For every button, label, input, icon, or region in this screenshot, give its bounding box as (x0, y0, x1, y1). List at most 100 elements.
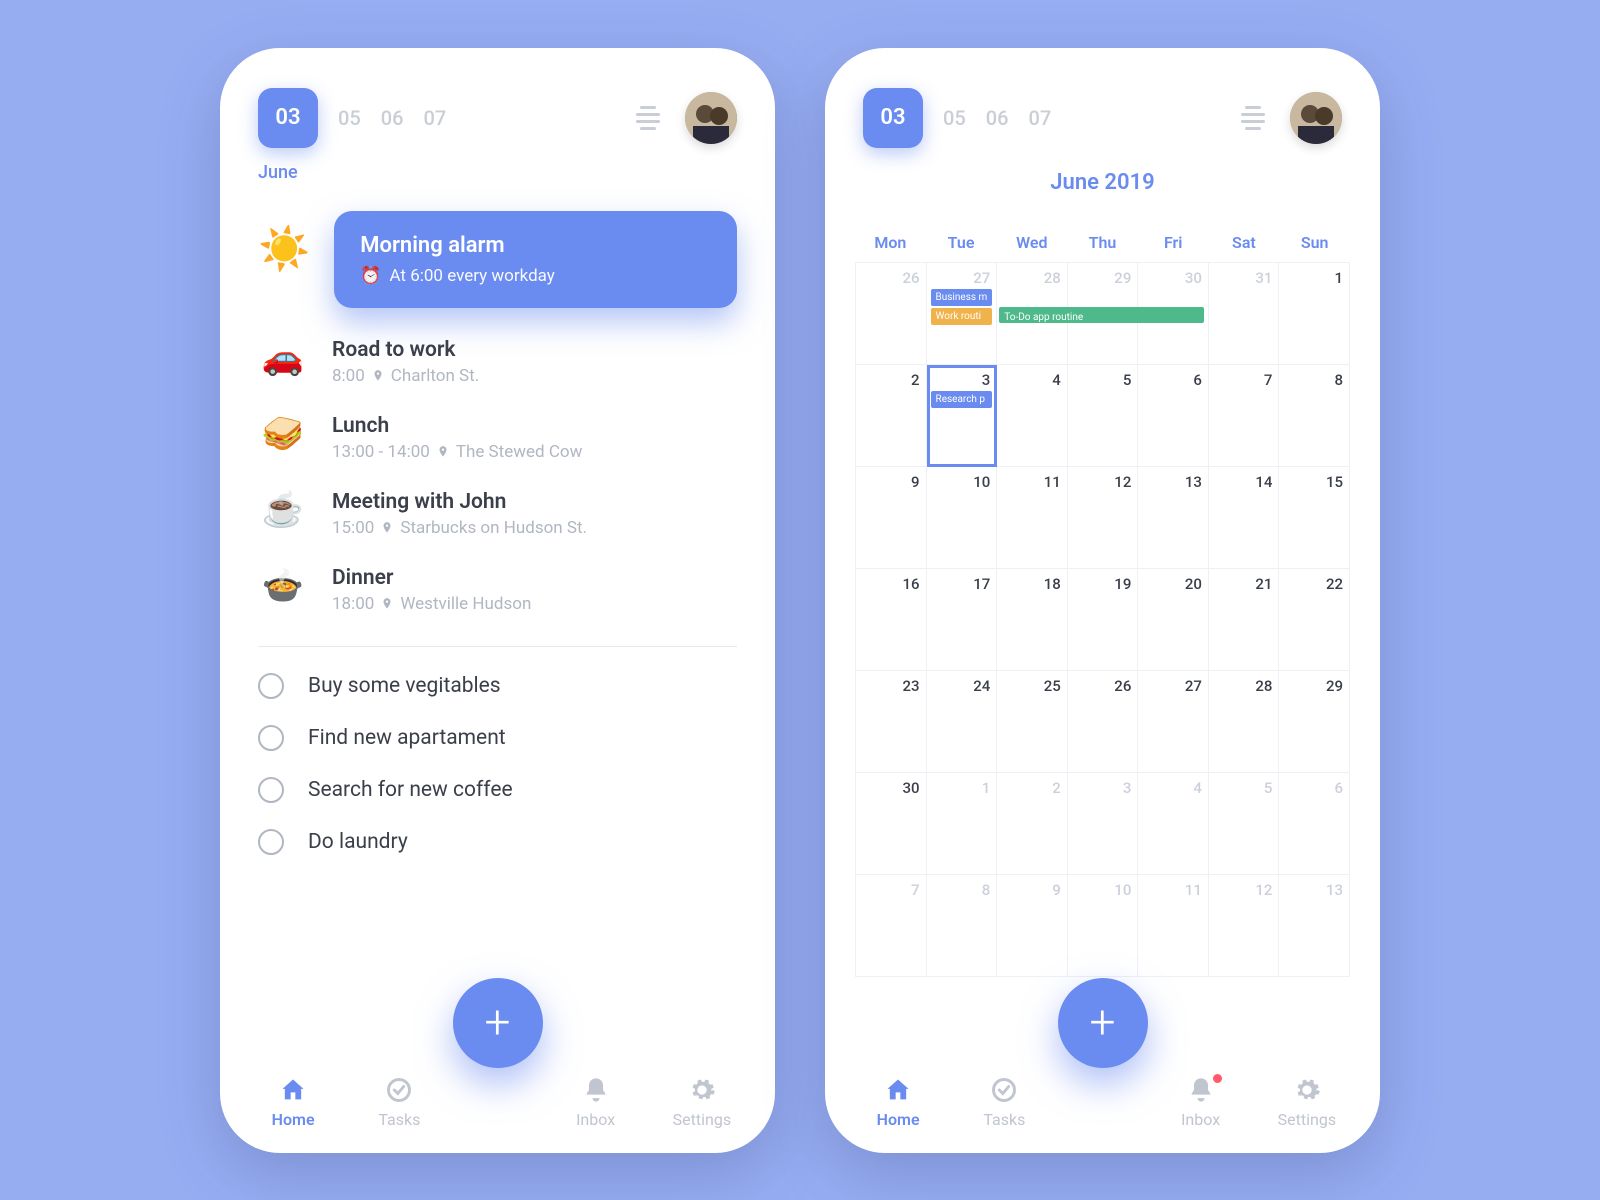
calendar-cell[interactable]: 16 (856, 569, 927, 671)
date-scroller[interactable]: 03 05 06 07 (863, 88, 1051, 148)
day-option[interactable]: 05 (943, 106, 966, 130)
calendar-cell[interactable]: 29 (1279, 671, 1350, 773)
day-option[interactable]: 06 (381, 106, 404, 130)
calendar-cell[interactable]: 11 (997, 467, 1068, 569)
calendar-cell[interactable]: 1 (927, 773, 998, 875)
calendar-cell[interactable]: 5 (1068, 365, 1139, 467)
calendar-cell[interactable]: 6 (1138, 365, 1209, 467)
calendar-cell[interactable]: 6 (1279, 773, 1350, 875)
tab-tasks[interactable]: Tasks (959, 1076, 1049, 1129)
day-option[interactable]: 06 (986, 106, 1009, 130)
calendar-cell[interactable]: 22 (1279, 569, 1350, 671)
tab-home[interactable]: Home (853, 1076, 943, 1129)
day-option[interactable]: 07 (1028, 106, 1051, 130)
calendar-cell[interactable]: 27Business mWork routi (927, 263, 998, 365)
todo-row[interactable]: Search for new coffee (258, 777, 737, 803)
cal-event[interactable]: Research p (931, 391, 993, 408)
selected-day-chip[interactable]: 03 (863, 88, 923, 148)
calendar-cell[interactable]: 28 (1209, 671, 1280, 773)
calendar-cell[interactable]: 1 (1279, 263, 1350, 365)
notification-dot (1213, 1074, 1222, 1083)
calendar-cell[interactable]: 2 (856, 365, 927, 467)
calendar-cell[interactable]: 30 (856, 773, 927, 875)
day-number: 12 (1255, 881, 1272, 899)
calendar-cell[interactable]: 19 (1068, 569, 1139, 671)
todo-checkbox[interactable] (258, 829, 284, 855)
calendar-cell[interactable]: 24 (927, 671, 998, 773)
day-option[interactable]: 05 (338, 106, 361, 130)
calendar-cell[interactable]: 3 Research p (927, 365, 998, 467)
day-number: 16 (902, 575, 919, 593)
calendar-cell[interactable]: 28To-Do app routine (997, 263, 1068, 365)
avatar[interactable] (1290, 92, 1342, 144)
todo-text: Search for new coffee (308, 778, 513, 802)
add-button[interactable]: + (1058, 978, 1148, 1068)
calendar-cell[interactable]: 31 (1209, 263, 1280, 365)
cal-event[interactable]: Business m (931, 289, 993, 306)
calendar-cell[interactable]: 7 (856, 875, 927, 977)
avatar[interactable] (685, 92, 737, 144)
day-option[interactable]: 07 (423, 106, 446, 130)
tab-home[interactable]: Home (248, 1076, 338, 1129)
calendar-cell[interactable]: 9 (856, 467, 927, 569)
calendar-cell[interactable]: 27 (1138, 671, 1209, 773)
day-number: 22 (1326, 575, 1343, 593)
calendar-cell[interactable]: 21 (1209, 569, 1280, 671)
day-number: 2 (911, 371, 920, 389)
weekday-label: Tue (926, 223, 997, 262)
calendar-cell[interactable]: 2 (997, 773, 1068, 875)
calendar-cell[interactable]: 13 (1138, 467, 1209, 569)
calendar-cell[interactable]: 7 (1209, 365, 1280, 467)
list-view-icon[interactable] (1238, 106, 1268, 130)
todo-checkbox[interactable] (258, 777, 284, 803)
calendar-cell[interactable]: 15 (1279, 467, 1350, 569)
alarm-card[interactable]: Morning alarm ⏰ At 6:00 every workday (334, 211, 737, 308)
day-number: 9 (1052, 881, 1061, 899)
calendar-cell[interactable]: 8 (1279, 365, 1350, 467)
calendar-cell[interactable]: 10 (927, 467, 998, 569)
calendar-cell[interactable]: 26 (1068, 671, 1139, 773)
tab-settings[interactable]: Settings (657, 1076, 747, 1129)
day-number: 3 (982, 371, 991, 389)
calendar-cell[interactable]: 18 (997, 569, 1068, 671)
event-row[interactable]: ☕Meeting with John15:00 Starbucks on Hud… (258, 490, 737, 538)
tab-inbox[interactable]: Inbox (1156, 1076, 1246, 1129)
tab-inbox[interactable]: Inbox (551, 1076, 641, 1129)
cal-event[interactable]: To-Do app routine (999, 307, 1204, 323)
todo-row[interactable]: Find new apartament (258, 725, 737, 751)
calendar-cell[interactable]: 17 (927, 569, 998, 671)
event-row[interactable]: 🍲Dinner18:00 Westville Hudson (258, 566, 737, 614)
event-row[interactable]: 🥪Lunch13:00 - 14:00 The Stewed Cow (258, 414, 737, 462)
calendar-cell[interactable]: 8 (927, 875, 998, 977)
calendar-cell[interactable]: 20 (1138, 569, 1209, 671)
calendar-cell[interactable]: 10 (1068, 875, 1139, 977)
calendar-cell[interactable]: 12 (1068, 467, 1139, 569)
calendar-cell[interactable]: 5 (1209, 773, 1280, 875)
calendar-cell[interactable]: 25 (997, 671, 1068, 773)
calendar-cell[interactable]: 4 (1138, 773, 1209, 875)
cal-event[interactable]: Work routi (931, 308, 993, 325)
calendar-cell[interactable]: 13 (1279, 875, 1350, 977)
calendar-cell[interactable]: 26 (856, 263, 927, 365)
todo-checkbox[interactable] (258, 673, 284, 699)
list-view-icon[interactable] (633, 106, 663, 130)
event-time: 18:00 (332, 594, 374, 614)
todo-text: Find new apartament (308, 726, 506, 750)
selected-day-chip[interactable]: 03 (258, 88, 318, 148)
todo-checkbox[interactable] (258, 725, 284, 751)
event-row[interactable]: 🚗Road to work8:00 Charlton St. (258, 338, 737, 386)
calendar-cell[interactable]: 14 (1209, 467, 1280, 569)
calendar-cell[interactable]: 12 (1209, 875, 1280, 977)
calendar-cell[interactable]: 23 (856, 671, 927, 773)
calendar-cell[interactable]: 9 (997, 875, 1068, 977)
event-title: Dinner (332, 566, 531, 590)
add-button[interactable]: + (453, 978, 543, 1068)
tab-settings[interactable]: Settings (1262, 1076, 1352, 1129)
todo-row[interactable]: Buy some vegitables (258, 673, 737, 699)
calendar-cell[interactable]: 3 (1068, 773, 1139, 875)
todo-row[interactable]: Do laundry (258, 829, 737, 855)
date-scroller[interactable]: 03 05 06 07 (258, 88, 446, 148)
calendar-cell[interactable]: 11 (1138, 875, 1209, 977)
calendar-cell[interactable]: 4 (997, 365, 1068, 467)
tab-tasks[interactable]: Tasks (354, 1076, 444, 1129)
